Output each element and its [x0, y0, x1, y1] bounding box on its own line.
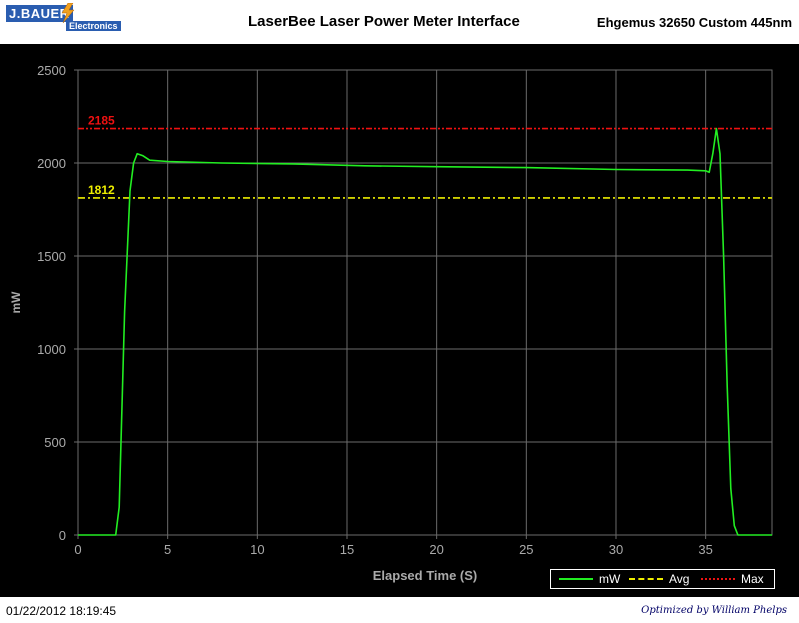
power-chart: 0 5 10 15 20 25 30 35 0 500 1000 1500 2000 2500 Elapse…	[9, 63, 773, 583]
logo-sub-text: Electronics	[66, 21, 121, 31]
x-tick-label: 5	[164, 542, 171, 557]
x-tick-label: 30	[609, 542, 623, 557]
timestamp: 01/22/2012 18:19:45	[6, 604, 117, 618]
legend-label-mw: mW	[599, 572, 621, 586]
legend-line-max	[701, 578, 735, 580]
reference-label-max: 2185	[88, 114, 115, 128]
x-tick-label: 20	[429, 542, 443, 557]
y-tick-label: 500	[44, 435, 66, 450]
legend-line-mw	[559, 578, 593, 580]
legend-item-max: Max	[701, 570, 764, 588]
legend-line-avg	[629, 578, 663, 580]
logo-underline	[6, 19, 62, 21]
y-tick-label: 1000	[37, 342, 66, 357]
y-tick-label: 0	[59, 528, 66, 543]
company-logo: J.BAUER Electronics	[4, 3, 124, 37]
app-title: LaserBee Laser Power Meter Interface	[248, 13, 520, 30]
x-axis-title: Elapsed Time (S)	[373, 568, 478, 583]
x-tick-label: 15	[340, 542, 354, 557]
y-axis-title: mW	[9, 291, 23, 314]
credit-text: Optimized by William Phelps	[641, 605, 787, 616]
legend-item-mw: mW	[559, 570, 620, 588]
legend-label-max: Max	[741, 572, 764, 586]
footer: 01/22/2012 18:19:45 Optimized by William…	[0, 598, 799, 623]
chart-legend: mW Avg Max	[550, 569, 775, 589]
x-tick-label: 35	[698, 542, 712, 557]
reference-label-avg: 1812	[88, 183, 115, 197]
plot-frame	[77, 69, 773, 536]
series-line-mw	[78, 127, 772, 536]
header: J.BAUER Electronics LaserBee Laser Power…	[0, 0, 799, 42]
y-tick-label: 2000	[37, 156, 66, 171]
device-name: Ehgemus 32650 Custom 445nm	[596, 15, 792, 30]
x-tick-label: 0	[74, 542, 81, 557]
x-tick-label: 25	[519, 542, 533, 557]
chart-panel: 0 5 10 15 20 25 30 35 0 500 1000 1500 2000 2500 Elapse…	[0, 44, 799, 597]
legend-item-avg: Avg	[629, 570, 689, 588]
y-tick-label: 2500	[37, 63, 66, 78]
x-tick-label: 10	[250, 542, 264, 557]
y-tick-label: 1500	[37, 249, 66, 264]
legend-label-avg: Avg	[669, 572, 690, 586]
